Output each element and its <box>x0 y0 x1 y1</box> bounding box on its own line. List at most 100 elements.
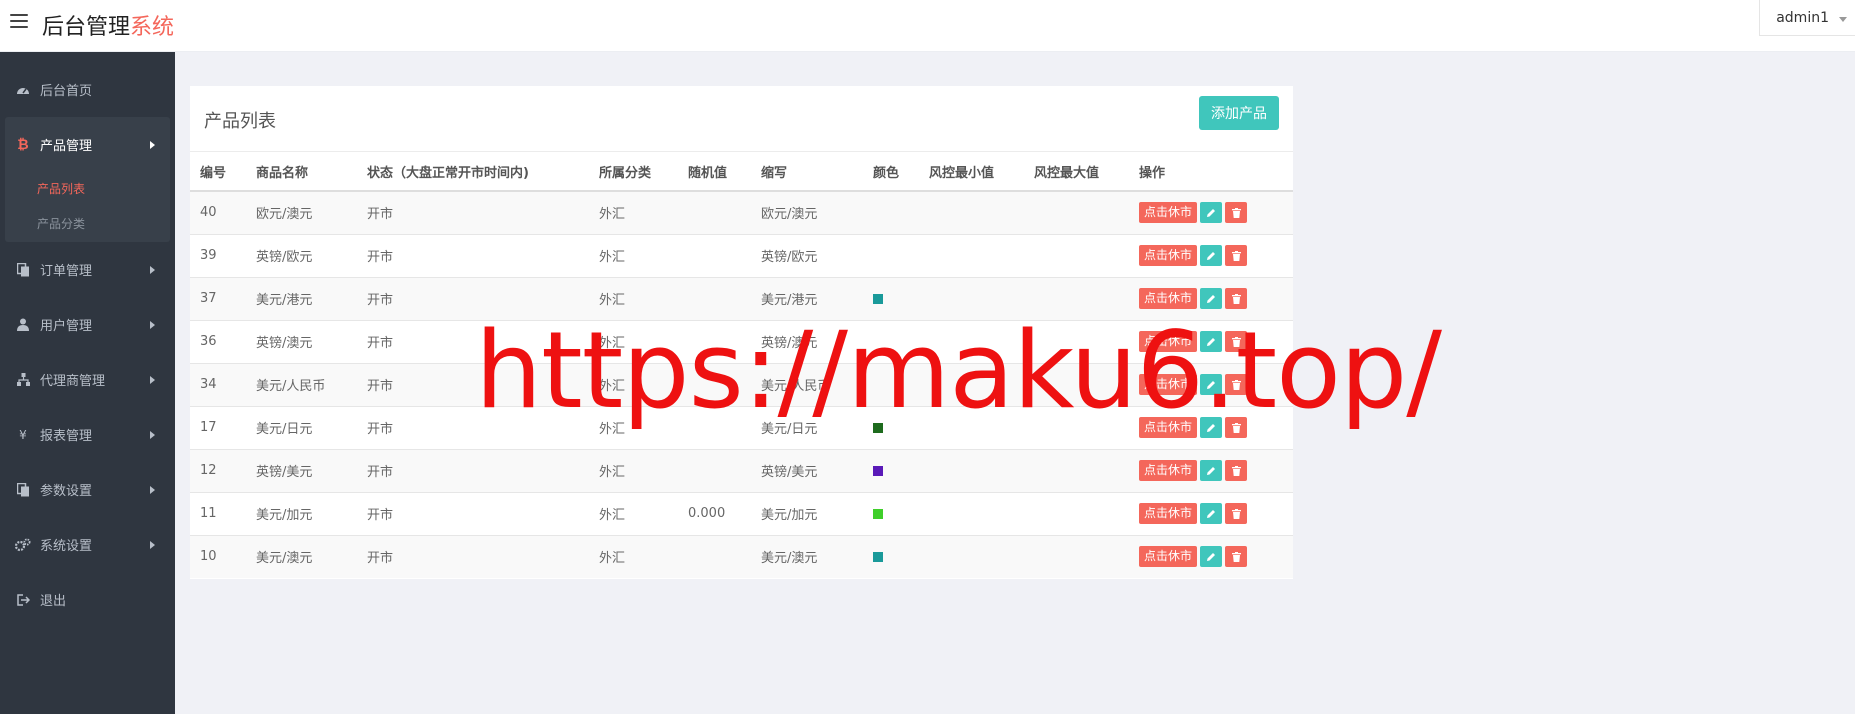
pencil-icon <box>1207 208 1216 217</box>
caret-down-icon <box>1839 17 1847 22</box>
delete-button[interactable] <box>1225 374 1248 395</box>
cell-actions: 点击休市 <box>1129 190 1293 234</box>
cell-actions: 点击休市 <box>1129 448 1293 492</box>
cell-random <box>678 534 751 578</box>
sidebar-item-label: 后台首页 <box>40 84 93 99</box>
edit-button[interactable] <box>1200 546 1223 568</box>
cell-status: 开市 <box>357 491 589 535</box>
trash-icon <box>1231 336 1241 347</box>
cell-risk-max <box>1024 491 1129 535</box>
cell-category: 外汇 <box>589 190 678 234</box>
delete-button[interactable] <box>1225 460 1248 481</box>
cell-random: 0.000 <box>678 491 751 535</box>
sidebar-item-products[interactable]: ₿ 产品管理 <box>5 117 170 172</box>
cell-risk-min <box>919 448 1024 492</box>
brand-accent: 系统 <box>130 15 175 40</box>
add-product-button[interactable]: 添加产品 <box>1199 96 1279 130</box>
sidebar-item-orders[interactable]: 订单管理 <box>0 242 175 297</box>
cell-actions: 点击休市 <box>1129 534 1293 578</box>
close-market-button[interactable]: 点击休市 <box>1139 503 1198 524</box>
chevron-right-icon <box>150 541 155 549</box>
pencil-icon <box>1207 294 1216 303</box>
edit-button[interactable] <box>1200 202 1223 224</box>
cell-status: 开市 <box>357 276 589 320</box>
user-icon <box>15 317 31 333</box>
edit-button[interactable] <box>1200 288 1223 309</box>
cell-actions: 点击休市 <box>1129 276 1293 320</box>
color-swatch <box>873 465 883 476</box>
sidebar-item-dashboard[interactable]: 后台首页 <box>0 62 175 117</box>
cell-abbr: 美元/加元 <box>751 491 863 535</box>
row-actions: 点击休市 <box>1139 503 1293 524</box>
trash-icon <box>1231 207 1241 218</box>
pencil-icon <box>1207 337 1216 346</box>
cell-risk-max <box>1024 319 1129 363</box>
pencil-icon <box>1207 509 1216 518</box>
sidebar-item-reports[interactable]: ¥ 报表管理 <box>0 407 175 462</box>
cell-risk-max <box>1024 362 1129 406</box>
close-market-button[interactable]: 点击休市 <box>1139 245 1198 266</box>
cell-random <box>678 362 751 406</box>
close-market-button[interactable]: 点击休市 <box>1139 288 1198 309</box>
hamburger-menu-icon[interactable] <box>10 14 28 30</box>
table-row: 36 英镑/澳元 开市 外汇 英镑/澳元 点击休市 <box>190 319 1293 363</box>
trash-icon <box>1231 465 1241 476</box>
delete-button[interactable] <box>1225 202 1248 224</box>
close-market-button[interactable]: 点击休市 <box>1139 546 1198 568</box>
cell-color <box>863 405 919 449</box>
brand-main: 后台管理 <box>42 15 131 40</box>
page-title: 产品列表 <box>204 111 276 132</box>
sidebar-item-parameters[interactable]: 参数设置 <box>0 462 175 517</box>
delete-button[interactable] <box>1225 331 1248 352</box>
edit-button[interactable] <box>1200 460 1223 481</box>
cell-risk-min <box>919 276 1024 320</box>
color-swatch <box>873 551 883 562</box>
sidebar-subitem-product-list[interactable]: 产品列表 <box>5 172 170 207</box>
sidebar-item-logout[interactable]: 退出 <box>0 572 175 627</box>
cell-risk-max <box>1024 190 1129 234</box>
close-market-button[interactable]: 点击休市 <box>1139 202 1198 224</box>
cell-status: 开市 <box>357 233 589 277</box>
cell-name: 美元/日元 <box>246 405 357 449</box>
copy-icon <box>15 482 31 498</box>
pencil-icon <box>1207 423 1216 432</box>
sidebar-group-products: ₿ 产品管理 产品列表 产品分类 <box>5 117 170 242</box>
cell-random <box>678 233 751 277</box>
sidebar-item-agents[interactable]: 代理商管理 <box>0 352 175 407</box>
cell-name: 美元/港元 <box>246 276 357 320</box>
sidebar-subitem-product-category[interactable]: 产品分类 <box>5 207 170 242</box>
edit-button[interactable] <box>1200 503 1223 524</box>
chevron-right-icon <box>150 376 155 384</box>
edit-button[interactable] <box>1200 374 1223 395</box>
column-header: 状态（大盘正常开市时间内) <box>357 152 589 192</box>
cell-id: 17 <box>190 405 246 449</box>
delete-button[interactable] <box>1225 245 1248 266</box>
sidebar-item-label: 参数设置 <box>40 484 93 499</box>
cell-name: 英镑/美元 <box>246 448 357 492</box>
cell-category: 外汇 <box>589 405 678 449</box>
sidebar-item-system[interactable]: 系统设置 <box>0 517 175 572</box>
edit-button[interactable] <box>1200 245 1223 266</box>
cell-id: 37 <box>190 276 246 320</box>
delete-button[interactable] <box>1225 288 1248 309</box>
cell-name: 英镑/澳元 <box>246 319 357 363</box>
table-row: 11 美元/加元 开市 外汇 0.000 美元/加元 点击休市 <box>190 491 1293 535</box>
edit-button[interactable] <box>1200 417 1223 438</box>
delete-button[interactable] <box>1225 503 1248 524</box>
edit-button[interactable] <box>1200 331 1223 352</box>
close-market-button[interactable]: 点击休市 <box>1139 460 1198 481</box>
cell-risk-max <box>1024 276 1129 320</box>
user-menu[interactable]: admin1 <box>1759 0 1855 36</box>
sidebar-item-users[interactable]: 用户管理 <box>0 297 175 352</box>
cell-name: 英镑/欧元 <box>246 233 357 277</box>
close-market-button[interactable]: 点击休市 <box>1139 331 1198 352</box>
color-swatch <box>873 422 883 433</box>
close-market-button[interactable]: 点击休市 <box>1139 374 1198 395</box>
delete-button[interactable] <box>1225 546 1248 568</box>
table-row: 39 英镑/欧元 开市 外汇 英镑/欧元 点击休市 <box>190 233 1293 277</box>
column-header: 颜色 <box>863 152 919 192</box>
delete-button[interactable] <box>1225 417 1248 438</box>
close-market-button[interactable]: 点击休市 <box>1139 417 1198 438</box>
dashboard-icon <box>15 82 31 98</box>
cell-risk-max <box>1024 448 1129 492</box>
